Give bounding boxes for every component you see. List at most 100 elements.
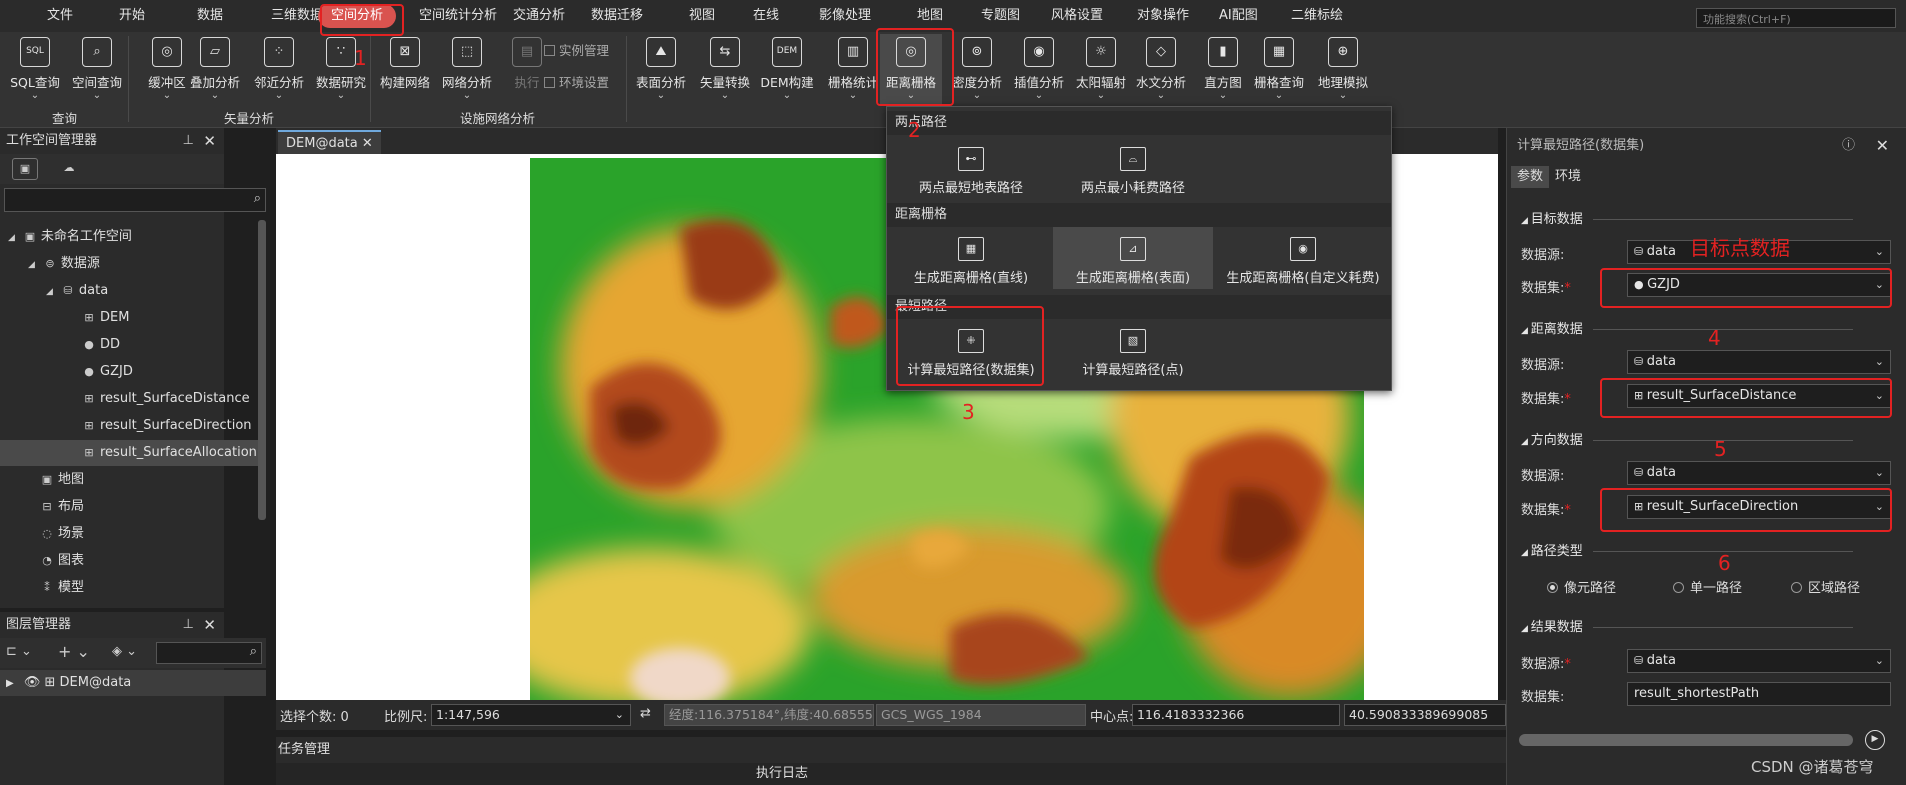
chevron-down-icon[interactable]: ⌄	[4, 91, 66, 101]
surface-analysis-button[interactable]: ⛰ 表面分析 ⌄	[630, 34, 692, 106]
vector-convert-button[interactable]: ⇆ 矢量转换 ⌄	[694, 34, 756, 106]
two-point-min-cost-path-button[interactable]: ⌓ 两点最小耗费路径	[1053, 137, 1213, 199]
section-header-4[interactable]: ◢ 结果数据	[1521, 616, 1853, 635]
tab-params[interactable]: 参数	[1511, 166, 1550, 188]
calc-shortest-path-dataset-button[interactable]: ⁜ 计算最短路径(数据集)	[891, 319, 1051, 381]
scale-combo[interactable]: 1:147,596 ⌄	[431, 704, 631, 726]
gen-distance-raster-custom-button[interactable]: ◉ 生成距离栅格(自定义耗费)	[1217, 227, 1389, 289]
section-header-0[interactable]: ◢ 目标数据	[1521, 208, 1853, 227]
pin-icon[interactable]: ⊥	[183, 128, 194, 154]
chevron-down-icon[interactable]: ⌄	[1875, 385, 1884, 407]
geo-simulation-button[interactable]: ⊕ 地理模拟 ⌄	[1312, 34, 1374, 106]
chevron-down-icon[interactable]: ⌄	[310, 91, 372, 101]
checkbox-instance-manage[interactable]: 实例管理	[544, 40, 609, 59]
chevron-down-icon[interactable]: ⌄	[880, 91, 942, 101]
raster-stats-button[interactable]: ▥ 栅格统计 ⌄	[822, 34, 884, 106]
section-header-2[interactable]: ◢ 方向数据	[1521, 429, 1853, 448]
chevron-down-icon[interactable]: ⌄	[1130, 91, 1192, 101]
visibility-eye-icon[interactable]: 👁	[24, 675, 41, 690]
tree-item-4[interactable]: ● DD	[82, 332, 120, 358]
chevron-down-icon[interactable]: ⌄	[694, 91, 756, 101]
menu-item-16[interactable]: 二维标绘	[1278, 4, 1356, 28]
result-datasource-combo[interactable]: ⛁ data ⌄	[1627, 649, 1891, 673]
chevron-down-icon[interactable]: ⌄	[615, 705, 624, 725]
log-label[interactable]: 执行日志	[756, 766, 808, 781]
help-icon[interactable]: ⓘ	[1842, 128, 1855, 164]
interp-analysis-button[interactable]: ◉ 插值分析 ⌄	[1008, 34, 1070, 106]
sql-query-button[interactable]: SQL SQL查询 ⌄	[4, 34, 66, 106]
chevron-down-icon[interactable]: ⌄	[66, 91, 128, 101]
collapse-icon[interactable]: ◢	[46, 287, 53, 297]
chevron-down-icon[interactable]: ⌄	[1875, 351, 1884, 373]
chevron-down-icon[interactable]: ⌄	[1248, 91, 1310, 101]
tree-item-1[interactable]: ◢ ⊜ 数据源	[28, 251, 100, 277]
close-icon[interactable]: ✕	[203, 612, 216, 638]
menu-item-14[interactable]: 对象操作	[1124, 4, 1202, 28]
close-icon[interactable]: ✕	[362, 136, 373, 151]
menu-item-1[interactable]: 开始	[106, 4, 158, 28]
tree-item-12[interactable]: ◔ 图表	[40, 548, 84, 574]
workspace-view-icon[interactable]: ▣	[12, 158, 38, 180]
chevron-down-icon[interactable]: ⌄	[946, 91, 1008, 101]
section-header-1[interactable]: ◢ 距离数据	[1521, 318, 1853, 337]
calc-shortest-path-point-button[interactable]: ▧ 计算最短路径(点)	[1053, 319, 1213, 381]
target-datasource-combo[interactable]: ⛁ data ⌄	[1627, 240, 1891, 264]
chevron-down-icon[interactable]: ⌄	[1312, 91, 1374, 101]
radio-path-type-0[interactable]: 像元路径	[1547, 577, 1616, 596]
menu-item-4[interactable]: 空间分析	[318, 4, 397, 28]
target-dataset-combo[interactable]: ● GZJD ⌄	[1627, 273, 1891, 297]
two-point-surface-path-button[interactable]: ⊷ 两点最短地表路径	[891, 137, 1051, 199]
radio-path-type-1[interactable]: 单一路径	[1673, 577, 1742, 596]
tab-dem-data[interactable]: DEM@data ✕	[278, 130, 381, 154]
pin-icon[interactable]: ⊥	[183, 612, 194, 638]
radio-dot[interactable]	[1673, 582, 1684, 593]
tree-item-13[interactable]: ⁑ 模型	[40, 575, 84, 601]
direction-datasource-combo[interactable]: ⛁ data ⌄	[1627, 461, 1891, 485]
tree-item-3[interactable]: ⊞ DEM	[82, 305, 129, 331]
chevron-down-icon[interactable]: ⌄	[436, 91, 498, 101]
overlay-button[interactable]: ▱ 叠加分析 ⌄	[184, 34, 246, 106]
chevron-down-icon[interactable]: ⌄	[184, 91, 246, 101]
proximity-button[interactable]: ⁘ 邻近分析 ⌄	[248, 34, 310, 106]
layer-item-dem[interactable]: ▶ 👁 ⊞ DEM@data	[0, 670, 266, 696]
direction-dataset-combo[interactable]: ⊞ result_SurfaceDirection ⌄	[1627, 495, 1891, 519]
chevron-down-icon[interactable]: ⌄	[248, 91, 310, 101]
swap-icon[interactable]: ⇄	[640, 706, 651, 721]
collapse-icon[interactable]: ◢	[1521, 548, 1531, 558]
menu-item-8[interactable]: 视图	[676, 4, 728, 28]
run-icon[interactable]: ▶	[1865, 730, 1885, 750]
chevron-down-icon[interactable]: ⌄	[630, 91, 692, 101]
gen-distance-raster-surface-button[interactable]: ⊿ 生成距离栅格(表面)	[1053, 227, 1213, 289]
checkbox-env-settings[interactable]: 环境设置	[544, 72, 609, 91]
workspace-scene-icon[interactable]: ☁	[56, 158, 82, 180]
network-analysis-button[interactable]: ⬚ 网络分析 ⌄	[436, 34, 498, 106]
task-label[interactable]: 任务管理	[278, 742, 330, 757]
collapse-icon[interactable]: ◢	[1521, 624, 1531, 634]
panel-scrollbar[interactable]	[1519, 734, 1853, 746]
tree-item-7[interactable]: ⊞ result_SurfaceDirection	[82, 413, 251, 439]
add-icon[interactable]: + ⌄	[58, 642, 90, 661]
raster-query-button[interactable]: ▦ 栅格查询 ⌄	[1248, 34, 1310, 106]
folder-icon[interactable]: ⊏ ⌄	[6, 644, 32, 659]
chevron-down-icon[interactable]: ⌄	[1875, 462, 1884, 484]
tree-item-6[interactable]: ⊞ result_SurfaceDistance	[82, 386, 249, 412]
dem-build-button[interactable]: DEM DEM构建 ⌄	[756, 34, 818, 106]
tree-item-2[interactable]: ◢ ⛁ data	[46, 278, 108, 304]
histogram-button[interactable]: ▮ 直方图 ⌄	[1192, 34, 1254, 106]
close-icon[interactable]: ✕	[203, 128, 216, 154]
collapse-icon[interactable]: ◢	[8, 233, 15, 243]
expand-icon[interactable]: ▶	[6, 678, 14, 689]
menu-item-5[interactable]: 空间统计分析	[406, 4, 510, 28]
section-header-3[interactable]: ◢ 路径类型	[1521, 540, 1853, 559]
data-research-button[interactable]: ∵ 数据研究 ⌄	[310, 34, 372, 106]
center-y-field[interactable]: 40.590833389699085	[1344, 704, 1506, 726]
tree-item-10[interactable]: ⊟ 布局	[40, 494, 84, 520]
layer-search-input[interactable]: ⌕	[156, 642, 262, 664]
chevron-down-icon[interactable]: ⌄	[1008, 91, 1070, 101]
result-dataset-combo[interactable]: result_shortestPath	[1627, 682, 1891, 706]
collapse-icon[interactable]: ◢	[1521, 216, 1531, 226]
gen-distance-raster-line-button[interactable]: ▦ 生成距离栅格(直线)	[891, 227, 1051, 289]
chevron-down-icon[interactable]: ⌄	[1070, 91, 1132, 101]
menu-item-0[interactable]: 文件	[34, 4, 86, 28]
menu-item-9[interactable]: 在线	[740, 4, 792, 28]
